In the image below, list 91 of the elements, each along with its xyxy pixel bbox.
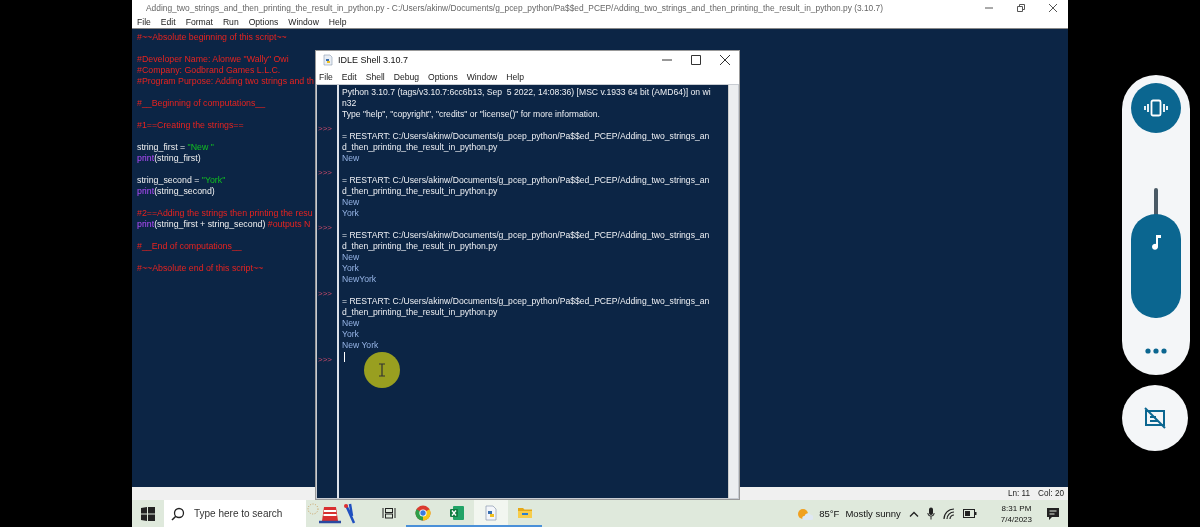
code-line: #Company: Godbrand Games L.L.C. <box>137 65 281 76</box>
prompt: >>> <box>317 168 332 177</box>
output-line: d_then_printing_the_result_in_python.py <box>342 307 498 317</box>
output-line: n32 <box>342 98 357 108</box>
menu-item[interactable]: Options <box>428 71 458 82</box>
notification-icon[interactable] <box>1046 506 1060 521</box>
output-line: York <box>342 208 359 218</box>
output-line: New York <box>342 340 379 350</box>
output-line: = RESTART: C:/Users/akinw/Documents/g_pcep_python/Pa$$ed_PCEP/Adding_two_strings_an <box>342 175 710 185</box>
menu-item[interactable]: Edit <box>341 71 357 82</box>
code-line: #2==Adding the strings then printing the resu <box>137 208 313 219</box>
code-line: #~~Absolute end of this script~~ <box>137 263 264 274</box>
output-line: York <box>342 263 359 273</box>
output-line: = RESTART: C:/Users/akinw/Documents/g_pcep_python/Pa$$ed_PCEP/Adding_two_strings_an <box>342 296 710 306</box>
clock-time[interactable]: 8:31 PM <box>1001 502 1032 514</box>
menu-item[interactable]: Run <box>222 16 239 27</box>
spreadsheet-icon <box>449 504 465 521</box>
code-line: #Developer Name: Alonwe "Wally" Owi <box>137 54 289 65</box>
output-line: New <box>342 318 360 328</box>
maximize-icon <box>690 54 702 66</box>
output-line: d_then_printing_the_result_in_python.py <box>342 241 498 251</box>
prompt: >>> <box>317 289 332 298</box>
window-title: IDLE Shell 3.10.7 <box>338 55 409 65</box>
code-line: print(string_second) <box>137 186 215 197</box>
menu-item[interactable]: File <box>319 71 333 82</box>
output-line: Python 3.10.7 (tags/v3.10.7:6cc6b13, Sep 5 2022, 14:08:36) [MSC v.1933 64 bit (AMD64)] on wi <box>342 87 711 97</box>
prompt: >>> <box>317 124 332 133</box>
menu-item[interactable]: Window <box>466 71 498 82</box>
output-line: Type "help", "copyright", "credits" or "license()" for more information. <box>342 109 600 119</box>
menu-item[interactable]: Help <box>328 16 347 27</box>
output-line: New <box>342 197 360 207</box>
code-line: #~~Absolute beginning of this script~~ <box>137 32 287 43</box>
menu-item[interactable]: File <box>137 16 151 27</box>
menu-item[interactable]: Format <box>185 16 213 27</box>
close-icon <box>1048 2 1058 13</box>
menu-item[interactable]: Options <box>248 16 279 27</box>
output-line: York <box>342 329 359 339</box>
window-title: Adding_two_strings_and_then_printing_the_result_in_python.py - C:/Users/akinw/Documents/g_pcep_python/Pa$$ed_PCEP/Adding_two_strings_and_then_printing_the_result_in_python.py (3.10.7) <box>146 2 884 13</box>
volume-slider[interactable] <box>1131 188 1181 318</box>
more-icon[interactable] <box>1145 348 1167 354</box>
windows-icon[interactable] <box>141 506 155 521</box>
close-button[interactable] <box>719 54 731 66</box>
task-view-icon <box>382 505 396 520</box>
search-icon <box>171 506 185 521</box>
code-line: #__Beginning of computations__ <box>137 98 266 109</box>
output-line: = RESTART: C:/Users/akinw/Documents/g_pcep_python/Pa$$ed_PCEP/Adding_two_strings_an <box>342 230 710 240</box>
code-line: print(string_first + string_second) #outputs N <box>137 219 311 230</box>
output-line: New <box>342 252 360 262</box>
code-line: #1==Creating the strings== <box>137 120 244 131</box>
menu-item[interactable]: Help <box>506 71 524 82</box>
weather-condition[interactable]: Mostly sunny <box>845 508 901 519</box>
document-icon <box>483 504 499 521</box>
clock-date[interactable]: 7/4/2023 <box>1000 513 1032 525</box>
menu-item[interactable]: Shell <box>365 71 385 82</box>
column-number: Col: 20 <box>1038 489 1064 498</box>
wifi-icon[interactable] <box>942 507 955 520</box>
vibrate-icon <box>1143 99 1169 117</box>
close-button[interactable] <box>1048 2 1058 13</box>
restore-icon <box>1016 2 1026 13</box>
prompt: >>> <box>317 223 332 232</box>
code-line: #Program Purpose: Adding two strings and th <box>137 76 315 87</box>
code-line: print(string_first) <box>137 153 201 164</box>
temperature[interactable]: 85°F <box>819 508 840 519</box>
menu-item[interactable]: Debug <box>393 71 420 82</box>
output-line: = RESTART: C:/Users/akinw/Documents/g_pcep_python/Pa$$ed_PCEP/Adding_two_strings_an <box>342 131 710 141</box>
search-field[interactable]: Type here to search <box>164 500 306 527</box>
maximize-button[interactable] <box>690 54 702 66</box>
restore-button[interactable] <box>1016 2 1026 13</box>
scrollbar[interactable] <box>728 85 738 498</box>
music-note-icon <box>1150 234 1162 250</box>
python-icon <box>322 54 334 66</box>
code-line: string_second = "York" <box>137 175 226 186</box>
close-icon <box>719 54 731 66</box>
vibrate-button[interactable] <box>1131 83 1181 133</box>
code-line: string_first = "New " <box>137 142 214 153</box>
menu-item[interactable]: Edit <box>160 16 176 27</box>
browser-icon <box>415 504 431 521</box>
microphone-icon[interactable] <box>926 507 935 520</box>
output-line: New <box>342 153 360 163</box>
prompt: >>> <box>317 355 332 364</box>
captions-off-icon <box>1143 406 1167 430</box>
slider-fill[interactable] <box>1131 214 1181 318</box>
text-cursor-icon <box>378 363 386 377</box>
output-line: d_then_printing_the_result_in_python.py <box>342 142 498 152</box>
battery-icon[interactable] <box>962 509 977 518</box>
output-line: NewYork <box>342 274 377 284</box>
output-line: d_then_printing_the_result_in_python.py <box>342 186 498 196</box>
code-line: #__End of computations__ <box>137 241 242 252</box>
menu-item[interactable]: Window <box>288 16 319 27</box>
line-number: Ln: 11 <box>1007 489 1031 498</box>
chevron-up-icon[interactable] <box>908 509 919 518</box>
